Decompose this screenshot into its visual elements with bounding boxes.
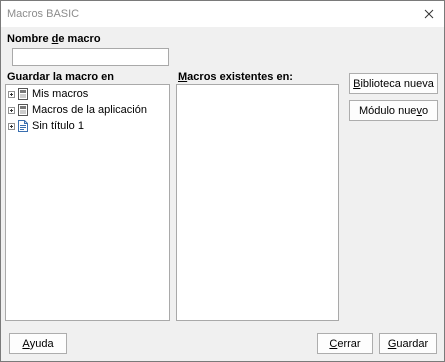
close-window-button[interactable] [414, 1, 444, 27]
close-button[interactable]: Cerrar [317, 333, 373, 354]
save-in-tree[interactable]: Mis macros Macros de la aplicación Sin t… [5, 84, 170, 321]
macro-name-input[interactable] [12, 48, 169, 66]
tree-item-untitled-1[interactable]: Sin título 1 [8, 118, 84, 134]
macro-library-icon [18, 88, 28, 100]
dialog-body: Nombre de macro Guardar la macro en Macr… [1, 27, 444, 361]
tree-item-label: Macros de la aplicación [32, 104, 147, 116]
document-icon [18, 120, 28, 132]
expand-icon[interactable] [8, 106, 15, 114]
existing-macros-list[interactable] [176, 84, 339, 321]
macro-library-icon [18, 104, 28, 116]
window-title: Macros BASIC [7, 8, 80, 20]
close-icon [424, 9, 434, 19]
tree-item-label: Sin título 1 [32, 120, 84, 132]
title-bar: Macros BASIC [1, 1, 444, 27]
new-library-button[interactable]: Biblioteca nueva [349, 73, 438, 94]
macros-basic-dialog: Macros BASIC Nombre de macro Guardar la … [0, 0, 445, 362]
save-in-label: Guardar la macro en [7, 71, 114, 83]
macro-name-label: Nombre de macro [7, 33, 101, 45]
tree-item-application-macros[interactable]: Macros de la aplicación [8, 102, 147, 118]
help-button[interactable]: Ayuda [9, 333, 67, 354]
tree-item-label: Mis macros [32, 88, 89, 100]
save-button[interactable]: Guardar [379, 333, 437, 354]
expand-icon[interactable] [8, 122, 15, 130]
new-module-button[interactable]: Módulo nue v o [349, 100, 438, 121]
existing-macros-label: Macros existentes en: [178, 71, 293, 83]
expand-icon[interactable] [8, 90, 15, 98]
tree-item-my-macros[interactable]: Mis macros [8, 86, 88, 102]
